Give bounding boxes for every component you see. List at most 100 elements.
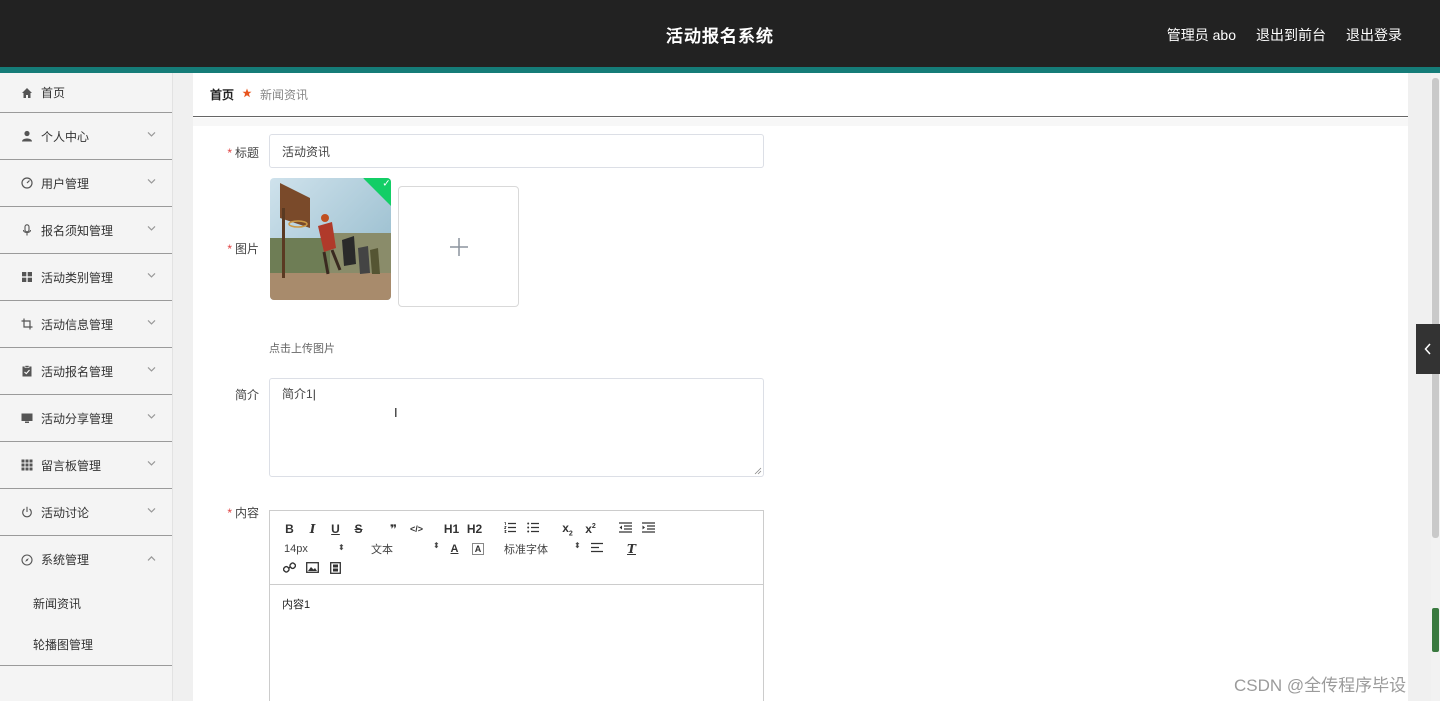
- select-arrows-icon: ⬍: [338, 543, 345, 552]
- outdent-icon[interactable]: [614, 522, 637, 536]
- sidebar-item-label: 首页: [41, 86, 66, 100]
- toolbar-row-1: B I U S ❞ </> H1 H2 x2 x2: [278, 519, 755, 539]
- sidebar-item-category[interactable]: 活动类别管理: [0, 254, 172, 301]
- exit-to-front-link[interactable]: 退出到前台: [1256, 25, 1326, 45]
- sidebar: 首页 个人中心 用户管理 报名须知管理 活动类别管理 活动信息管理 活动报名管理…: [0, 73, 173, 701]
- chevron-down-icon: [147, 129, 156, 140]
- home-icon: [20, 86, 34, 100]
- required-marker: *: [227, 146, 232, 160]
- italic-button[interactable]: I: [301, 522, 324, 536]
- apps-icon: [20, 458, 34, 472]
- label-text: 简介: [234, 388, 259, 402]
- rich-text-editor[interactable]: B I U S ❞ </> H1 H2 x2 x2 14px ⬍ 文本 ⬍ A …: [269, 510, 764, 701]
- font-size-select[interactable]: 14px ⬍: [278, 543, 348, 555]
- sidebar-item-notice[interactable]: 报名须知管理: [0, 207, 172, 254]
- align-icon[interactable]: [585, 542, 608, 556]
- chevron-down-icon: [147, 223, 156, 234]
- uploaded-image-thumbnail[interactable]: ✓: [270, 178, 391, 300]
- blockquote-button[interactable]: ❞: [382, 522, 405, 536]
- underline-button[interactable]: U: [324, 522, 347, 536]
- sidebar-subitem-carousel[interactable]: 轮播图管理: [0, 624, 172, 665]
- collapse-panel-button[interactable]: [1416, 324, 1440, 374]
- bold-button[interactable]: B: [278, 522, 301, 536]
- intro-textarea[interactable]: 简介1|: [269, 378, 764, 477]
- sidebar-item-label: 活动信息管理: [41, 317, 114, 332]
- scrollbar-thumb-secondary[interactable]: [1432, 608, 1439, 652]
- sidebar-item-label: 报名须知管理: [41, 223, 114, 238]
- font-family-value: 标准字体: [504, 544, 548, 556]
- user-icon: [20, 129, 34, 143]
- plus-icon: [449, 237, 468, 256]
- link-icon[interactable]: [278, 561, 301, 577]
- background-color-icon[interactable]: A: [472, 543, 484, 555]
- strike-button[interactable]: S: [347, 522, 370, 536]
- chevron-down-icon: [147, 411, 156, 422]
- header-actions: 管理员 abo 退出到前台 退出登录: [1167, 25, 1402, 45]
- subscript-icon[interactable]: x2: [556, 521, 579, 537]
- superscript-icon[interactable]: x2: [579, 522, 602, 536]
- current-user: 管理员 abo: [1166, 27, 1236, 43]
- sidebar-item-label: 系统管理: [41, 553, 90, 567]
- toolbar-row-2: 14px ⬍ 文本 ⬍ A A 标准字体 ⬍ T: [278, 539, 755, 559]
- code-block-button[interactable]: </>: [405, 524, 428, 534]
- header-format-select[interactable]: 文本 ⬍: [348, 541, 443, 557]
- intro-label: 简介: [199, 386, 259, 403]
- content-label: * 内容: [199, 504, 259, 521]
- sidebar-item-label: 活动类别管理: [41, 270, 114, 285]
- required-marker: *: [227, 242, 232, 256]
- sidebar-item-label: 活动分享管理: [41, 411, 114, 426]
- toolbar-row-3: [278, 559, 755, 579]
- heading1-button[interactable]: H1: [440, 522, 463, 536]
- chevron-down-icon: [147, 458, 156, 469]
- title-input[interactable]: 活动资讯: [269, 134, 764, 168]
- bullet-list-icon[interactable]: [521, 522, 544, 536]
- chevron-down-icon: [147, 270, 156, 281]
- sidebar-subitem-news[interactable]: 新闻资讯: [0, 583, 172, 624]
- clipboard-icon: [20, 364, 34, 378]
- resize-handle-icon[interactable]: [754, 467, 762, 475]
- sidebar-item-label: 活动报名管理: [41, 364, 114, 379]
- chevron-down-icon: [147, 317, 156, 328]
- image-upload-button[interactable]: [398, 186, 519, 307]
- sidebar-item-system[interactable]: 系统管理: [0, 536, 172, 583]
- csdn-watermark: CSDN @全传程序毕设: [1234, 676, 1407, 695]
- breadcrumb-separator-icon: [242, 88, 252, 101]
- sidebar-item-share[interactable]: 活动分享管理: [0, 395, 172, 442]
- editor-content[interactable]: 内容1: [270, 585, 763, 623]
- scrollbar-thumb[interactable]: [1432, 78, 1439, 538]
- title-label: * 标题: [199, 144, 259, 161]
- label-text: 内容: [234, 506, 259, 520]
- image-icon[interactable]: [301, 562, 324, 576]
- sidebar-item-discussion[interactable]: 活动讨论: [0, 489, 172, 536]
- image-label: * 图片: [199, 240, 259, 257]
- select-arrows-icon: ⬍: [574, 541, 581, 550]
- heading2-button[interactable]: H2: [463, 522, 486, 536]
- dashboard-icon: [20, 176, 34, 190]
- font-color-icon[interactable]: A: [443, 543, 466, 555]
- sidebar-item-label: 用户管理: [41, 176, 90, 191]
- video-icon[interactable]: [324, 561, 347, 577]
- sidebar-submenu-system: 新闻资讯 轮播图管理: [0, 583, 172, 666]
- power-icon: [20, 505, 34, 519]
- logout-link[interactable]: 退出登录: [1346, 25, 1402, 45]
- grid-icon: [20, 270, 34, 284]
- sidebar-item-profile[interactable]: 个人中心: [0, 113, 172, 160]
- ordered-list-icon[interactable]: [498, 522, 521, 536]
- breadcrumb-home[interactable]: 首页: [210, 86, 234, 103]
- chevron-down-icon: [147, 364, 156, 375]
- sidebar-item-registration[interactable]: 活动报名管理: [0, 348, 172, 395]
- basketball-photo: [270, 178, 391, 300]
- sidebar-item-home[interactable]: 首页: [0, 73, 172, 113]
- compass-icon: [20, 553, 34, 567]
- sidebar-item-activity-info[interactable]: 活动信息管理: [0, 301, 172, 348]
- monitor-icon: [20, 411, 34, 425]
- check-icon: ✓: [382, 178, 391, 190]
- clear-format-icon[interactable]: T: [620, 542, 643, 556]
- intro-text: 简介1: [282, 387, 313, 401]
- font-family-select[interactable]: 标准字体 ⬍: [490, 541, 585, 557]
- chevron-left-icon: [1424, 343, 1431, 355]
- indent-icon[interactable]: [637, 522, 660, 536]
- sidebar-item-messages[interactable]: 留言板管理: [0, 442, 172, 489]
- sidebar-item-label: 活动讨论: [41, 505, 90, 520]
- sidebar-item-users[interactable]: 用户管理: [0, 160, 172, 207]
